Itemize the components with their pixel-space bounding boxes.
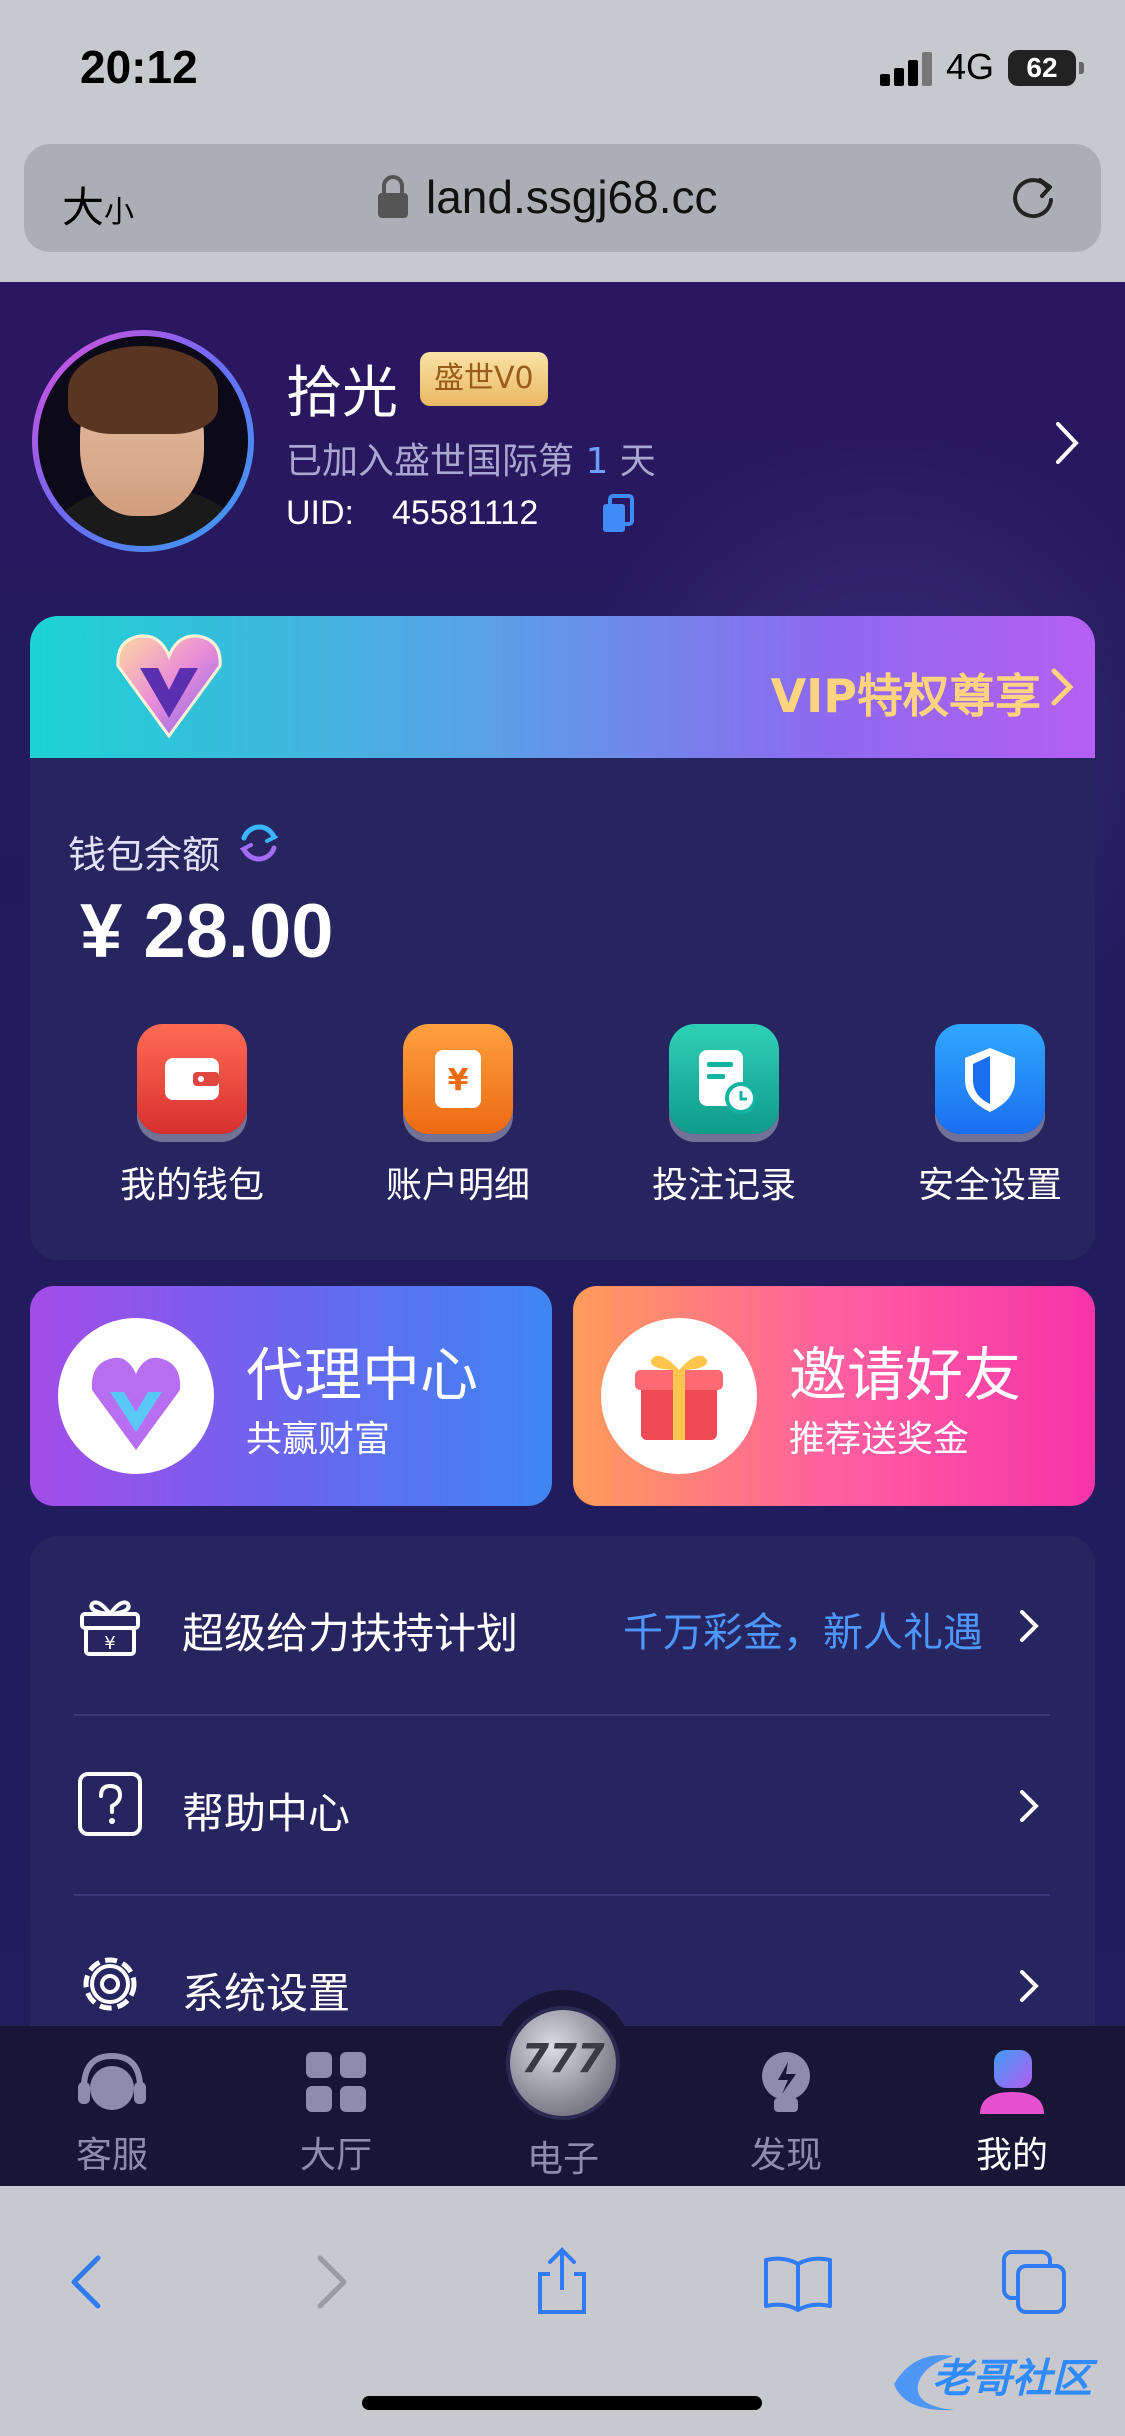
gift-icon: ¥ [80,1600,140,1656]
forward-icon[interactable] [294,2246,366,2318]
vip-chevron-icon [1051,668,1074,706]
wallet-balance-amount: ¥ 28.00 [80,889,334,974]
account-details-button[interactable]: ¥ 账户明细 [368,1024,548,1208]
agent-center-title: 代理中心 [246,1341,479,1409]
battery-icon: 62 [1008,50,1084,86]
wallet-icon [137,1024,247,1134]
bet-records-button[interactable]: 投注记录 [634,1024,814,1208]
lightbulb-icon [746,2048,826,2116]
svg-text:¥: ¥ [448,1063,469,1098]
profile-chevron-icon[interactable] [1052,418,1082,468]
chevron-right-icon [1020,1970,1039,2002]
bet-records-label: 投注记录 [651,1165,796,1206]
account-details-label: 账户明细 [385,1165,530,1206]
agent-center-card[interactable]: 代理中心 共赢财富 [30,1286,552,1506]
vip-privilege-text: VIP特权尊享 [770,669,1041,723]
copy-icon[interactable] [600,494,636,534]
my-wallet-label: 我的钱包 [119,1165,264,1206]
vip-banner[interactable]: VIP特权尊享 [30,616,1095,758]
ledger-icon: ¥ [403,1024,513,1134]
my-wallet-button[interactable]: 我的钱包 [102,1024,282,1208]
text-size-small: 小 [104,195,135,230]
tab-discover[interactable]: 发现 [706,2048,866,2178]
joined-suffix: 天 [608,441,656,482]
text-size-button[interactable]: 大小 [62,174,134,235]
grid-icon [296,2048,376,2116]
tab-customer-service[interactable]: 客服 [32,2048,192,2178]
network-type: 4G [946,46,995,87]
watermark-logo: 老哥社区 [884,2340,1116,2420]
bookmarks-icon[interactable] [762,2246,834,2318]
headset-icon [72,2048,152,2116]
watermark-text: 老哥社区 [932,2356,1092,2402]
joined-days-count: 1 [585,441,609,482]
invite-friends-subtitle: 推荐送奖金 [789,1419,970,1460]
back-icon[interactable] [52,2246,124,2318]
refresh-balance-icon[interactable] [236,820,282,866]
wallet-balance-label: 钱包余额 [68,833,221,877]
joined-days-text: 已加入盛世国际第 1 天 [286,432,656,484]
tab-lobby-label: 大厅 [299,2135,372,2176]
cellular-signal-icon [880,52,936,86]
text-size-large: 大 [62,183,105,232]
tab-mine-label: 我的 [975,2135,1048,2176]
tab-discover-label: 发现 [749,2135,822,2176]
joined-prefix: 已加入盛世国际第 [286,441,586,482]
tabs-icon[interactable] [998,2246,1070,2318]
help-center-row[interactable]: 帮助中心 [30,1716,1095,1896]
slot-777-icon[interactable]: 777 [510,2010,616,2116]
tab-customer-service-label: 客服 [75,2135,148,2176]
address-bar[interactable]: 大小 land.ssgj68.cc [24,144,1101,252]
username: 拾光 [286,361,398,426]
share-icon[interactable] [526,2246,598,2318]
uid-label: UID: [286,494,354,532]
svg-text:¥: ¥ [104,1633,115,1654]
avatar-photo [38,336,248,546]
help-icon [78,1772,142,1836]
agent-emblem-icon [58,1318,214,1474]
screen: 20:12 4G 62 大小 land.ssgj68.cc 拾光 盛世V0 已加… [0,0,1125,2436]
avatar[interactable] [32,330,254,552]
security-settings-label: 安全设置 [917,1165,1062,1206]
invite-friends-card[interactable]: 邀请好友 推荐送奖金 [573,1286,1095,1506]
support-plan-label: 超级给力扶持计划 [182,1609,519,1658]
tab-slots-label[interactable]: 电子 [492,2130,634,2182]
chevron-right-icon [1020,1790,1039,1822]
invite-friends-title: 邀请好友 [789,1341,1022,1409]
wallet-card: VIP特权尊享 钱包余额 ¥ 28.00 我的钱包 ¥ 账户明细 投注记录 安全… [30,616,1095,1260]
chevron-right-icon [1020,1610,1039,1642]
slot-777-text: 777 [521,2036,605,2082]
uid-value: 45581112 [392,494,539,532]
system-settings-label: 系统设置 [182,1969,351,2018]
vip-heart-emblem-icon [116,634,222,739]
tab-lobby[interactable]: 大厅 [256,2048,416,2178]
support-plan-promo-text: 千万彩金，新人礼遇 [623,1610,983,1656]
vip-level-badge: 盛世V0 [420,352,548,406]
home-indicator [362,2396,762,2410]
web-page: 拾光 盛世V0 已加入盛世国际第 1 天 UID: 45581112 VIP特权… [0,282,1125,2192]
tab-mine[interactable]: 我的 [932,2048,1092,2178]
gift-box-icon [601,1318,757,1474]
support-plan-row[interactable]: ¥ 超级给力扶持计划 千万彩金，新人礼遇 [30,1536,1095,1716]
agent-center-subtitle: 共赢财富 [246,1419,391,1460]
url-text[interactable]: land.ssgj68.cc [426,170,718,224]
battery-level: 62 [1026,52,1058,83]
help-center-label: 帮助中心 [182,1789,351,1838]
settings-icon [83,1957,137,2011]
lock-icon [378,175,408,218]
user-icon [972,2048,1052,2116]
status-time: 20:12 [80,41,198,93]
shield-icon [935,1024,1045,1134]
security-settings-button[interactable]: 安全设置 [900,1024,1080,1208]
record-icon [669,1024,779,1134]
status-bar: 20:12 4G 62 [0,0,1125,140]
reload-icon[interactable] [1004,168,1062,226]
